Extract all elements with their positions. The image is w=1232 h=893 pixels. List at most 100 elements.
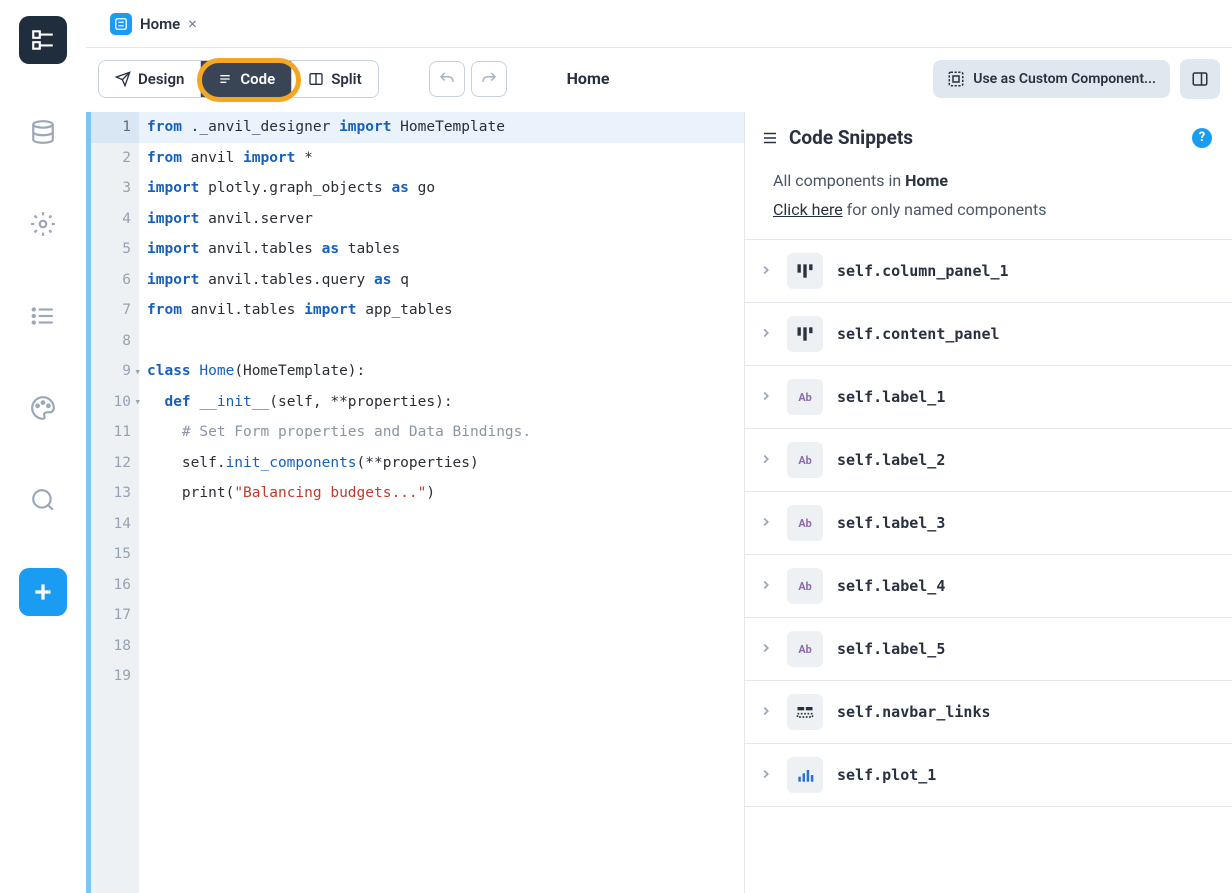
left-rail (0, 0, 86, 893)
svg-text:Ab: Ab (798, 391, 811, 404)
list-nav-icon[interactable] (19, 292, 67, 340)
line-number: 4 (91, 204, 139, 235)
line-number: 5 (91, 234, 139, 265)
split-button[interactable]: Split (292, 61, 377, 97)
panel-link-row: Click here for only named components (745, 194, 1232, 239)
undo-button[interactable] (429, 61, 465, 97)
chevron-right-icon (759, 514, 773, 533)
line-number: 19 (91, 661, 139, 692)
svg-text:Ab: Ab (798, 580, 811, 593)
design-button[interactable]: Design (99, 61, 201, 97)
line-number: 1 (91, 112, 139, 143)
code-button[interactable]: Code (201, 61, 292, 97)
component-name: self.label_4 (837, 577, 945, 595)
code-text[interactable]: from ._anvil_designer import HomeTemplat… (139, 112, 744, 893)
chevron-right-icon (759, 766, 773, 785)
redo-button[interactable] (471, 61, 507, 97)
panel-toggle-button[interactable] (1180, 59, 1220, 99)
main-area: Home × Design Code Split Home (86, 0, 1232, 893)
component-type-icon (787, 694, 823, 730)
chevron-right-icon (759, 262, 773, 281)
panel-title: Code Snippets (789, 126, 1182, 149)
forms-nav-icon[interactable] (19, 16, 67, 64)
line-number: 10▾ (91, 387, 139, 418)
view-mode-group: Design Code Split (98, 60, 379, 98)
line-number: 16 (91, 570, 139, 601)
component-item[interactable]: Ab self.label_3 (745, 492, 1232, 555)
component-name: self.label_1 (837, 388, 945, 406)
form-icon (110, 13, 132, 35)
tab-close-button[interactable]: × (188, 14, 197, 33)
chevron-right-icon (759, 388, 773, 407)
page-title: Home (517, 69, 924, 88)
component-item[interactable]: self.plot_1 (745, 744, 1232, 807)
component-name: self.label_5 (837, 640, 945, 658)
component-name: self.column_panel_1 (837, 262, 1009, 280)
tab-label: Home (140, 15, 180, 33)
component-type-icon: Ab (787, 568, 823, 604)
component-type-icon (787, 253, 823, 289)
panel-subtitle: All components in Home (745, 161, 1232, 194)
line-number: 13 (91, 478, 139, 509)
component-item[interactable]: Ab self.label_5 (745, 618, 1232, 681)
component-type-icon: Ab (787, 442, 823, 478)
search-nav-icon[interactable] (19, 476, 67, 524)
component-name: self.plot_1 (837, 766, 936, 784)
component-item[interactable]: self.content_panel (745, 303, 1232, 366)
fold-icon[interactable]: ▾ (134, 395, 141, 408)
line-number: 7 (91, 295, 139, 326)
component-type-icon: Ab (787, 379, 823, 415)
line-number: 3 (91, 173, 139, 204)
component-type-icon: Ab (787, 505, 823, 541)
content-area: 1 2 3 4 5 6 7 8 9▾ 10▾ 11 12 13 14 15 16… (86, 112, 1232, 893)
svg-text:Ab: Ab (798, 517, 811, 530)
line-number: 6 (91, 265, 139, 296)
code-editor[interactable]: 1 2 3 4 5 6 7 8 9▾ 10▾ 11 12 13 14 15 16… (86, 112, 744, 893)
line-number: 11 (91, 417, 139, 448)
component-name: self.label_2 (837, 451, 945, 469)
fold-icon[interactable]: ▾ (134, 365, 141, 378)
toolbar: Design Code Split Home Use as Custom Com… (86, 48, 1232, 112)
component-name: self.navbar_links (837, 703, 991, 721)
chevron-right-icon (759, 703, 773, 722)
list-icon (761, 129, 779, 147)
component-item[interactable]: Ab self.label_2 (745, 429, 1232, 492)
tab-home[interactable]: Home × (98, 5, 209, 43)
line-gutter: 1 2 3 4 5 6 7 8 9▾ 10▾ 11 12 13 14 15 16… (91, 112, 139, 893)
component-item[interactable]: self.column_panel_1 (745, 240, 1232, 303)
custom-component-button[interactable]: Use as Custom Component... (933, 60, 1170, 98)
settings-nav-icon[interactable] (19, 200, 67, 248)
line-number: 2 (91, 143, 139, 174)
component-type-icon: Ab (787, 631, 823, 667)
add-nav-icon[interactable] (19, 568, 67, 616)
component-name: self.label_3 (837, 514, 945, 532)
component-item[interactable]: Ab self.label_4 (745, 555, 1232, 618)
line-number: 14 (91, 509, 139, 540)
svg-text:Ab: Ab (798, 454, 811, 467)
line-number: 8 (91, 326, 139, 357)
component-type-icon (787, 757, 823, 793)
component-item[interactable]: self.navbar_links (745, 681, 1232, 744)
help-icon[interactable]: ? (1192, 128, 1212, 148)
line-number: 18 (91, 631, 139, 662)
line-number: 17 (91, 600, 139, 631)
svg-text:Ab: Ab (798, 643, 811, 656)
chevron-right-icon (759, 640, 773, 659)
component-item[interactable]: Ab self.label_1 (745, 366, 1232, 429)
chevron-right-icon (759, 577, 773, 596)
chevron-right-icon (759, 325, 773, 344)
line-number: 12 (91, 448, 139, 479)
click-here-link[interactable]: Click here (773, 200, 843, 219)
component-list: self.column_panel_1 self.content_panel Ab s… (745, 239, 1232, 807)
theme-nav-icon[interactable] (19, 384, 67, 432)
component-name: self.content_panel (837, 325, 1000, 343)
component-type-icon (787, 316, 823, 352)
chevron-right-icon (759, 451, 773, 470)
tab-bar: Home × (86, 0, 1232, 48)
code-snippets-panel: Code Snippets ? All components in Home C… (744, 112, 1232, 893)
undo-redo-group (429, 61, 507, 97)
panel-header: Code Snippets ? (745, 112, 1232, 161)
database-nav-icon[interactable] (19, 108, 67, 156)
line-number: 9▾ (91, 356, 139, 387)
right-actions: Use as Custom Component... (933, 59, 1220, 99)
